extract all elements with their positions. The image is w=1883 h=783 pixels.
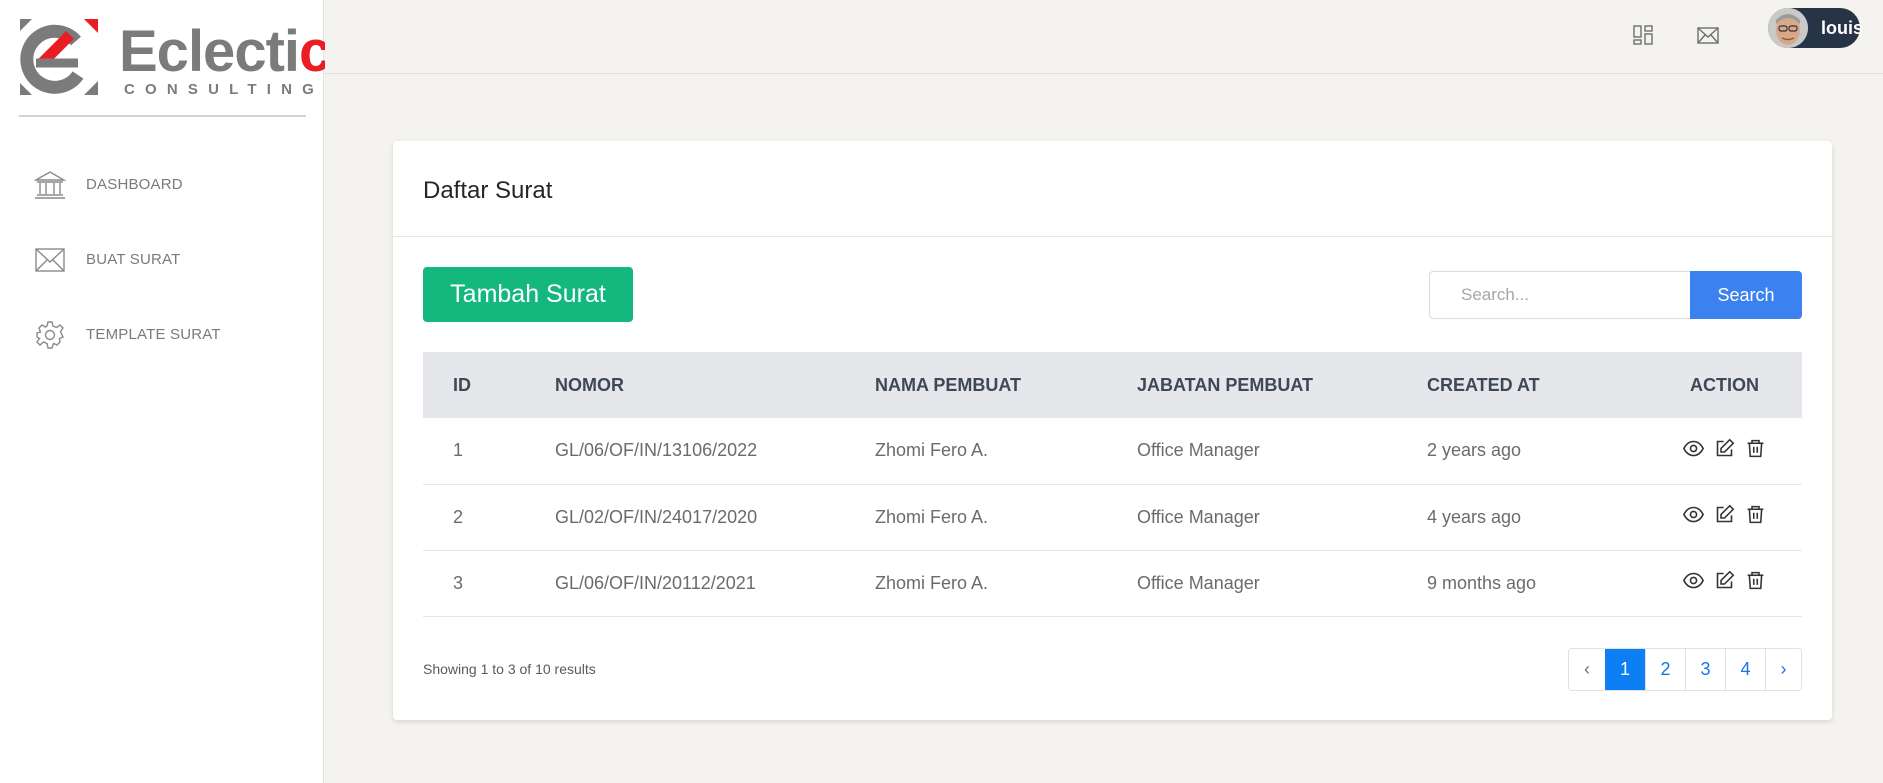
cell-jabatan-pembuat: Office Manager [1137,506,1260,527]
cell-id: 1 [453,440,464,461]
sidebar: Eclectic CONSULTING DASHBOARD BUAT SURAT… [0,0,331,783]
brand-name: Eclectic [119,19,331,84]
search-button[interactable]: Search [1690,271,1802,319]
cell-jabatan-pembuat: Office Manager [1137,440,1260,461]
trash-icon[interactable] [1745,438,1766,459]
cell-actions [1647,418,1802,484]
column-header-id: ID [453,374,471,395]
trash-icon[interactable] [1745,504,1766,525]
pagination: ‹ 1 2 3 4 › [1568,648,1802,691]
avatar [1768,8,1808,48]
topbar [325,0,1883,74]
cell-created-at: 4 years ago [1427,506,1522,527]
pagination-page-1[interactable]: 1 [1605,649,1645,690]
search-bar: Search [1429,271,1802,319]
cell-nama-pembuat: Zhomi Fero A. [875,440,989,461]
cell-nama-pembuat: Zhomi Fero A. [875,572,989,593]
eye-icon[interactable] [1683,570,1704,591]
add-surat-button[interactable]: Tambah Surat [423,267,633,322]
results-summary: Showing 1 to 3 of 10 results [423,661,596,677]
bank-icon [34,169,66,201]
table-row: 2 GL/02/OF/IN/24017/2020 Zhomi Fero A. O… [423,484,1802,550]
table-header-row: ID NOMOR NAMA PEMBUAT JABATAN PEMBUAT CR… [423,352,1802,418]
table-row: 1 GL/06/OF/IN/13106/2022 Zhomi Fero A. O… [423,418,1802,484]
table-row: 3 GL/06/OF/IN/20112/2021 Zhomi Fero A. O… [423,550,1802,616]
column-header-nomor: NOMOR [555,374,624,395]
surat-table: ID NOMOR NAMA PEMBUAT JABATAN PEMBUAT CR… [423,352,1802,617]
brand-tagline: CONSULTING [124,81,325,98]
column-header-jabatan-pembuat: JABATAN PEMBUAT [1137,374,1313,395]
user-menu[interactable]: louis [1768,8,1864,48]
sidebar-item-dashboard[interactable]: DASHBOARD [0,147,324,222]
edit-icon[interactable] [1714,570,1735,591]
envelope-icon [34,244,66,276]
cell-id: 2 [453,506,464,527]
surat-list-card: Daftar Surat Tambah Surat Search ID NOMO… [393,141,1832,720]
gear-icon [34,319,66,351]
cell-jabatan-pembuat: Office Manager [1137,572,1260,593]
sidebar-item-buat-surat[interactable]: BUAT SURAT [0,222,324,297]
cell-actions [1647,484,1802,550]
dashboard-grid-icon[interactable] [1632,24,1654,46]
pagination-prev-button[interactable]: ‹ [1569,649,1605,690]
cell-nomor: GL/06/OF/IN/13106/2022 [555,440,758,461]
pagination-page-4[interactable]: 4 [1725,649,1765,690]
pagination-page-3[interactable]: 3 [1685,649,1725,690]
sidebar-item-template-surat[interactable]: TEMPLATE SURAT [0,297,324,372]
sidebar-item-label: TEMPLATE SURAT [86,326,221,343]
card-header: Daftar Surat [393,141,1832,237]
eye-icon[interactable] [1683,438,1704,459]
column-header-created-at: CREATED AT [1427,374,1540,395]
cell-nomor: GL/02/OF/IN/24017/2020 [555,506,758,527]
column-header-nama-pembuat: NAMA PEMBUAT [875,374,1021,395]
user-name: louis [1821,18,1864,38]
cell-created-at: 9 months ago [1427,572,1537,593]
sidebar-item-label: BUAT SURAT [86,251,181,268]
edit-icon[interactable] [1714,438,1735,459]
mail-icon[interactable] [1697,24,1719,46]
cell-id: 3 [453,572,464,593]
eclectic-logo-mark-icon [20,19,98,95]
sidebar-item-label: DASHBOARD [86,176,183,193]
cell-created-at: 2 years ago [1427,440,1522,461]
sidebar-nav: DASHBOARD BUAT SURAT TEMPLATE SURAT [0,147,324,372]
edit-icon[interactable] [1714,504,1735,525]
page-title: Daftar Surat [423,177,553,204]
logo-divider [19,115,306,117]
trash-icon[interactable] [1745,570,1766,591]
cell-actions [1647,550,1802,616]
cell-nomor: GL/06/OF/IN/20112/2021 [555,572,756,593]
search-input[interactable] [1429,271,1691,319]
column-header-action: ACTION [1690,374,1759,395]
eye-icon[interactable] [1683,504,1704,525]
pagination-page-2[interactable]: 2 [1645,649,1685,690]
pagination-next-button[interactable]: › [1765,649,1801,690]
cell-nama-pembuat: Zhomi Fero A. [875,506,989,527]
brand-logo[interactable]: Eclectic CONSULTING [18,19,331,98]
